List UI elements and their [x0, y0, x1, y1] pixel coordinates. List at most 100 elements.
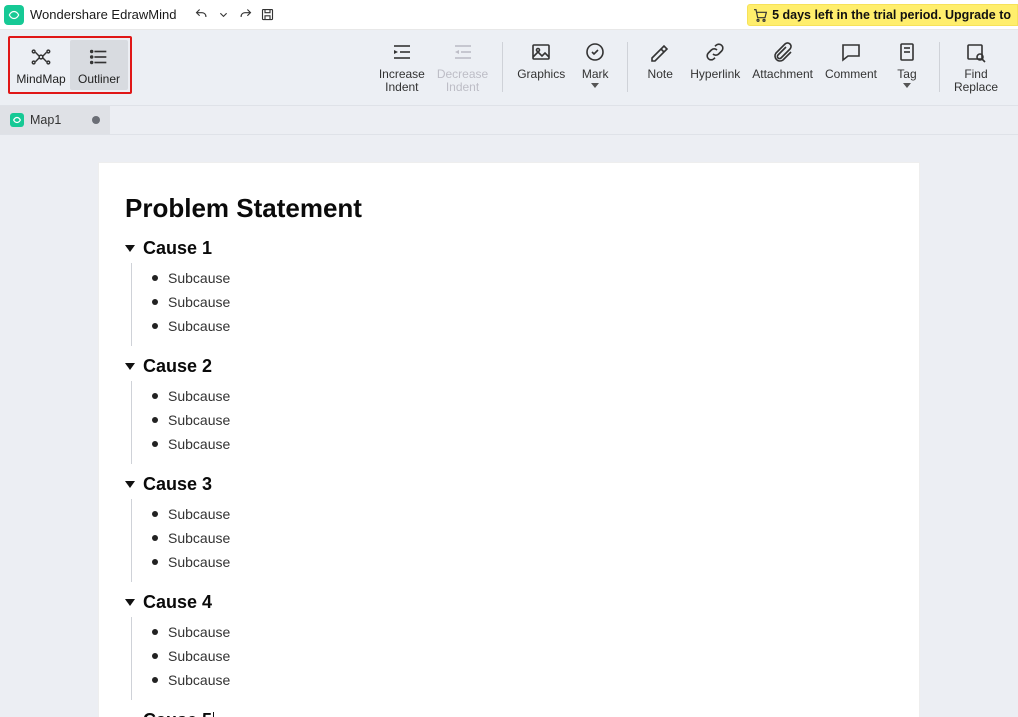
tag-button[interactable]: Tag: [883, 36, 931, 88]
hyperlink-button[interactable]: Hyperlink: [684, 36, 746, 81]
outline-node[interactable]: Cause 1: [125, 238, 919, 259]
outline-sub-container: Subcause Subcause Subcause: [131, 499, 919, 582]
mindmap-view-button[interactable]: MindMap: [12, 40, 70, 90]
outline-subnode[interactable]: Subcause: [152, 530, 919, 546]
chevron-down-icon: [591, 83, 599, 88]
increase-indent-button[interactable]: Increase Indent: [373, 36, 431, 94]
attachment-button[interactable]: Attachment: [746, 36, 819, 81]
find-replace-button[interactable]: Find Replace: [948, 36, 1004, 94]
outline-sub-container: Subcause Subcause Subcause: [131, 263, 919, 346]
graphics-button[interactable]: Graphics: [511, 36, 571, 81]
outline-sub-container: Subcause Subcause Subcause: [131, 381, 919, 464]
outline-node-label[interactable]: Cause 3: [143, 474, 212, 495]
unsaved-indicator-icon: [92, 116, 100, 124]
outline-node-label[interactable]: Cause 4: [143, 592, 212, 613]
app-logo-icon: [4, 5, 24, 25]
decrease-indent-button[interactable]: Decrease Indent: [431, 36, 494, 94]
outline-sub-container: Subcause Subcause Subcause: [131, 617, 919, 700]
outline-subnode[interactable]: Subcause: [152, 318, 919, 334]
outline-subnode-label[interactable]: Subcause: [168, 530, 230, 546]
bullet-icon: [152, 653, 158, 659]
bullet-icon: [152, 559, 158, 565]
note-label: Note: [648, 68, 673, 81]
outline-subnode-label[interactable]: Subcause: [168, 270, 230, 286]
trial-text: 5 days left in the trial period. Upgrade…: [772, 8, 1011, 22]
outliner-view-button[interactable]: Outliner: [70, 40, 128, 90]
undo-button[interactable]: [190, 4, 212, 26]
outline-subnode[interactable]: Subcause: [152, 648, 919, 664]
bullet-icon: [152, 299, 158, 305]
save-button[interactable]: [256, 4, 278, 26]
outline-subnode-label[interactable]: Subcause: [168, 436, 230, 452]
outline-subnode[interactable]: Subcause: [152, 412, 919, 428]
outline-subnode-label[interactable]: Subcause: [168, 412, 230, 428]
outline-title[interactable]: Problem Statement: [125, 193, 919, 224]
outline-subnode-label[interactable]: Subcause: [168, 648, 230, 664]
outline-subnode-label[interactable]: Subcause: [168, 624, 230, 640]
attachment-label: Attachment: [752, 68, 813, 81]
undo-dropdown-button[interactable]: [212, 4, 234, 26]
caret-down-icon[interactable]: [125, 363, 135, 370]
outline-node[interactable]: Cause 3: [125, 474, 919, 495]
bullet-icon: [152, 417, 158, 423]
note-button[interactable]: Note: [636, 36, 684, 81]
app-title: Wondershare EdrawMind: [30, 7, 176, 22]
graphics-label: Graphics: [517, 68, 565, 81]
tag-label: Tag: [897, 68, 916, 81]
comment-button[interactable]: Comment: [819, 36, 883, 81]
outline-subnode[interactable]: Subcause: [152, 624, 919, 640]
bullet-icon: [152, 511, 158, 517]
titlebar: Wondershare EdrawMind 5 days left in the…: [0, 0, 1018, 30]
outline-subnode[interactable]: Subcause: [152, 672, 919, 688]
bullet-icon: [152, 275, 158, 281]
outline-subnode[interactable]: Subcause: [152, 506, 919, 522]
caret-down-icon[interactable]: [125, 599, 135, 606]
mark-button[interactable]: Mark: [571, 36, 619, 88]
bullet-icon: [152, 441, 158, 447]
outline-sheet[interactable]: Problem Statement Cause 1SubcauseSubcaus…: [99, 163, 919, 717]
outliner-label: Outliner: [78, 72, 120, 86]
outline-subnode[interactable]: Subcause: [152, 294, 919, 310]
trial-banner[interactable]: 5 days left in the trial period. Upgrade…: [747, 4, 1018, 26]
document-tab[interactable]: Map1: [0, 106, 110, 134]
decrease-indent-label: Decrease Indent: [437, 68, 488, 94]
outline-subnode-label[interactable]: Subcause: [168, 388, 230, 404]
outline-subnode[interactable]: Subcause: [152, 436, 919, 452]
outline-node-label[interactable]: Cause 1: [143, 238, 212, 259]
outline-subnode-label[interactable]: Subcause: [168, 672, 230, 688]
caret-down-icon[interactable]: [125, 481, 135, 488]
find-replace-label: Find Replace: [954, 68, 998, 94]
outline-subnode-label[interactable]: Subcause: [168, 506, 230, 522]
bullet-icon: [152, 535, 158, 541]
redo-button[interactable]: [234, 4, 256, 26]
outline-node[interactable]: Cause 5: [125, 710, 919, 717]
outline-subnode-label[interactable]: Subcause: [168, 318, 230, 334]
toolbar-separator: [502, 42, 503, 92]
document-tab-strip: Map1: [0, 105, 1018, 135]
bullet-icon: [152, 629, 158, 635]
outline-subnode[interactable]: Subcause: [152, 554, 919, 570]
bullet-icon: [152, 393, 158, 399]
toolbar-separator: [939, 42, 940, 92]
comment-label: Comment: [825, 68, 877, 81]
outline-subnode[interactable]: Subcause: [152, 388, 919, 404]
outline-subnode[interactable]: Subcause: [152, 270, 919, 286]
increase-indent-label: Increase Indent: [379, 68, 425, 94]
viewmode-switch-highlighted: MindMap Outliner: [8, 36, 132, 94]
hyperlink-label: Hyperlink: [690, 68, 740, 81]
text-cursor: [213, 712, 214, 717]
toolbar-separator: [627, 42, 628, 92]
outline-node-label[interactable]: Cause 2: [143, 356, 212, 377]
ribbon-toolbar: MindMap Outliner Increase Indent Decreas…: [0, 30, 1018, 105]
canvas-area: Problem Statement Cause 1SubcauseSubcaus…: [0, 135, 1018, 717]
bullet-icon: [152, 677, 158, 683]
outline-subnode-label[interactable]: Subcause: [168, 294, 230, 310]
mark-label: Mark: [582, 68, 609, 81]
outline-subnode-label[interactable]: Subcause: [168, 554, 230, 570]
caret-down-icon[interactable]: [125, 245, 135, 252]
outline-node[interactable]: Cause 4: [125, 592, 919, 613]
outline-node-label[interactable]: Cause 5: [143, 710, 212, 717]
bullet-icon: [152, 323, 158, 329]
outline-node[interactable]: Cause 2: [125, 356, 919, 377]
document-tab-label: Map1: [30, 113, 61, 127]
